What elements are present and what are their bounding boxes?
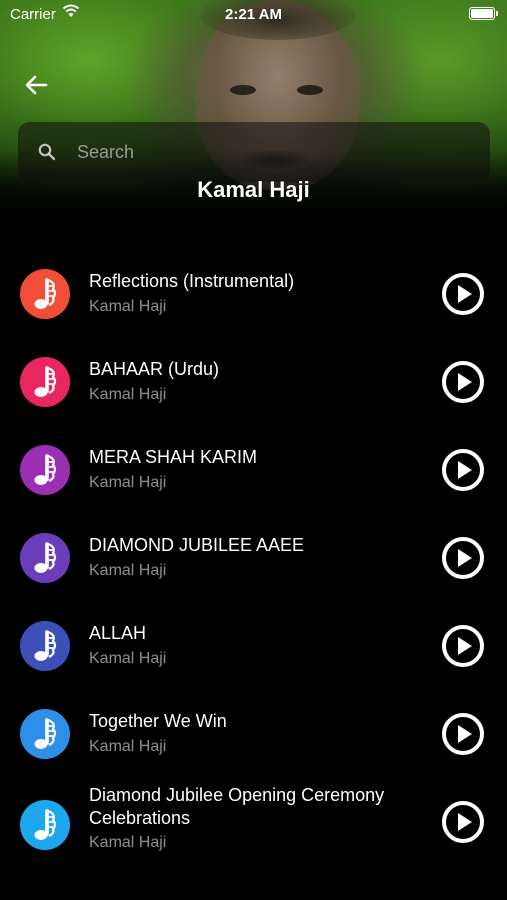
song-title: DIAMOND JUBILEE AAEE — [89, 535, 305, 555]
song-artist: Kamal Haji — [89, 562, 167, 579]
song-artist: Kamal Haji — [89, 298, 167, 315]
battery-icon — [469, 7, 498, 20]
song-row[interactable]: DIAMOND JUBILEE AAEE Kamal Haji — [0, 518, 507, 598]
search-icon — [38, 143, 56, 161]
play-button-icon[interactable] — [441, 536, 485, 580]
play-button-icon[interactable] — [441, 712, 485, 756]
music-note-icon — [20, 709, 70, 759]
music-note-icon — [20, 445, 70, 495]
song-row[interactable]: Together We Win Kamal Haji — [0, 694, 507, 774]
song-row[interactable]: Diamond Jubilee Opening Ceremony Celebra… — [0, 782, 507, 862]
play-button-icon[interactable] — [441, 272, 485, 316]
status-bar: Carrier 2:21 AM — [0, 0, 507, 28]
song-title: Reflections (Instrumental) — [89, 271, 295, 291]
music-note-icon — [20, 357, 70, 407]
song-title: Together We Win — [89, 711, 227, 731]
music-note-icon — [20, 621, 70, 671]
search-bar[interactable]: Search — [18, 122, 490, 182]
music-note-icon — [20, 269, 70, 319]
song-row[interactable]: Reflections (Instrumental) Kamal Haji — [0, 254, 507, 334]
song-row[interactable]: MERA SHAH KARIM Kamal Haji — [0, 430, 507, 510]
music-note-icon — [20, 800, 70, 850]
song-title: ALLAH — [89, 623, 147, 643]
song-row[interactable]: BAHAAR (Urdu) Kamal Haji — [0, 342, 507, 422]
song-artist: Kamal Haji — [89, 386, 167, 403]
status-time: 2:21 AM — [225, 6, 282, 23]
song-artist: Kamal Haji — [89, 650, 167, 667]
play-button-icon[interactable] — [441, 624, 485, 668]
song-artist: Kamal Haji — [89, 834, 167, 851]
play-button-icon[interactable] — [441, 800, 485, 844]
back-arrow-icon[interactable] — [22, 70, 52, 100]
music-note-icon — [20, 533, 70, 583]
song-artist: Kamal Haji — [89, 474, 167, 491]
search-placeholder[interactable]: Search — [77, 142, 134, 163]
song-title: BAHAAR (Urdu) — [89, 359, 220, 379]
play-button-icon[interactable] — [441, 360, 485, 404]
song-artist: Kamal Haji — [89, 738, 167, 755]
song-title: MERA SHAH KARIM — [89, 447, 258, 467]
play-button-icon[interactable] — [441, 448, 485, 492]
artist-name: Kamal Haji — [197, 177, 310, 202]
song-title: Diamond Jubilee Opening Ceremony Celebra… — [89, 785, 385, 828]
song-row[interactable]: ALLAH Kamal Haji — [0, 606, 507, 686]
